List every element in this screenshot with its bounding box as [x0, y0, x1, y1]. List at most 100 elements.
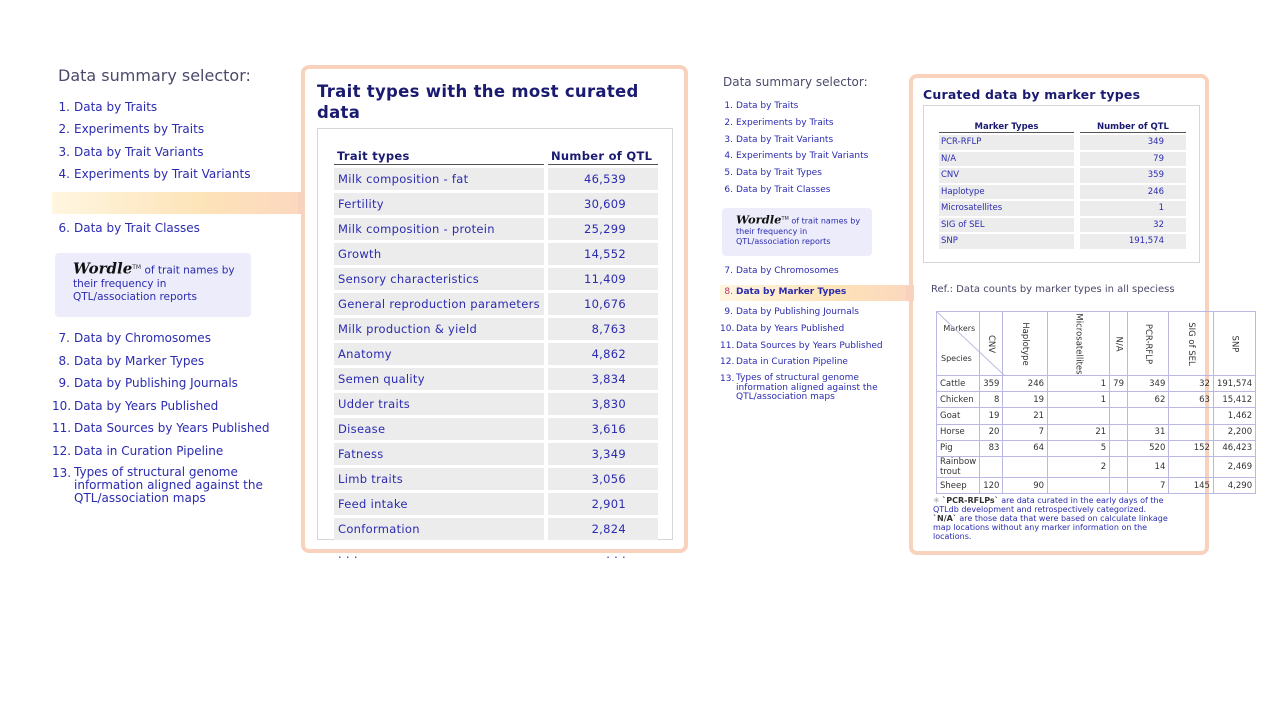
selector-item-number: 8.	[724, 286, 733, 297]
trait-type-cell[interactable]: Semen quality	[334, 368, 544, 390]
selector-item-11[interactable]: 11. Data Sources by Years Published	[52, 421, 304, 444]
trait-type-cell[interactable]: Fatness	[334, 443, 544, 465]
selector-item-number: 5.	[724, 168, 733, 179]
species-col-header: PCR-RFLP	[1126, 311, 1170, 376]
selector-item-4[interactable]: 4. Experiments by Trait Variants	[59, 167, 251, 195]
selector-item-number: 1.	[58, 100, 70, 114]
footnote-bullet: ✳	[933, 496, 940, 505]
selector-item-10[interactable]: 10. Data by Years Published	[720, 323, 912, 341]
marker-type-cell[interactable]: SNP	[939, 234, 1074, 249]
footnote-pcr-term: `PCR-RFLPs`	[942, 496, 999, 505]
selector-item-label: Data in Curation Pipeline	[736, 357, 848, 368]
ellipsis-row: . . . . . .	[334, 543, 658, 565]
marker-type-cell[interactable]: Haplotype	[939, 184, 1074, 199]
qtl-count-cell: 359	[1080, 168, 1186, 183]
table-row: Feed intake 2,901	[334, 493, 658, 515]
trait-type-cell[interactable]: Anatomy	[334, 343, 544, 365]
species-count-cell: 7	[1126, 476, 1170, 495]
trait-type-cell[interactable]: Fertility	[334, 193, 544, 215]
species-count-cell	[1047, 476, 1111, 495]
species-table-wrap: Markers Species CNV Haplotype Microsatelli…	[935, 311, 1257, 495]
selector-item-number: 8.	[58, 353, 70, 368]
trait-type-cell[interactable]: Conformation	[334, 518, 544, 540]
table-row: Haplotype 246	[939, 184, 1186, 199]
selector-item-label: Types of structural genome information a…	[736, 373, 878, 403]
selector-item-11[interactable]: 11. Data Sources by Years Published	[720, 341, 912, 358]
selector-item-label: Data by Publishing Journals	[74, 376, 238, 390]
species-count-cell	[1126, 407, 1170, 425]
selector-item-label: Data by Marker Types	[736, 286, 847, 297]
trait-type-cell[interactable]: Feed intake	[334, 493, 544, 515]
qtl-count-cell: 14,552	[548, 243, 658, 265]
trait-type-cell[interactable]: Milk composition - fat	[334, 168, 544, 190]
species-count-cell: 1,462	[1212, 407, 1257, 425]
selector-item-label: Data by Years Published	[736, 323, 845, 334]
trait-type-cell[interactable]: Sensory characteristics	[334, 268, 544, 290]
selector-item-9[interactable]: 9. Data by Publishing Journals	[724, 307, 912, 324]
selector-item-6[interactable]: 6. Data by Trait Classes	[724, 184, 868, 202]
selector-item-2[interactable]: 2. Experiments by Traits	[59, 122, 250, 144]
trait-type-cell[interactable]: Growth	[334, 243, 544, 265]
marker-type-cell[interactable]: N/A	[939, 151, 1074, 166]
species-count-cell: 2,200	[1212, 423, 1257, 441]
species-col-header: SIG of SEL	[1168, 311, 1214, 376]
trait-type-cell[interactable]: General reproduction parameters	[334, 293, 544, 315]
selector-item-number: 3.	[58, 144, 70, 159]
selector-item-label: Data by Trait Classes	[736, 184, 831, 195]
marker-type-cell[interactable]: Microsatellites	[939, 201, 1074, 216]
species-name-cell: Pig	[935, 439, 981, 457]
selector-item-number: 12.	[720, 357, 735, 368]
species-col-header-label: Microsatellites	[1073, 312, 1084, 375]
species-count-cell: 2,469	[1212, 455, 1257, 478]
table-row: PCR-RFLP 349	[939, 135, 1186, 150]
selector-item-3[interactable]: 3. Data by Trait Variants	[59, 144, 250, 167]
marker-type-cell[interactable]: PCR-RFLP	[939, 135, 1074, 150]
selector-item-6[interactable]: 6. Data by Trait Classes	[59, 220, 250, 243]
trait-type-cell[interactable]: Milk production & yield	[334, 318, 544, 340]
left-wordle-box[interactable]: WordleTM of trait names by their frequen…	[55, 253, 251, 317]
selector-item-8[interactable]: 8. Data by Marker Types	[724, 286, 912, 308]
selector-item-1[interactable]: 1. Data by Traits	[59, 100, 250, 122]
selector-item-13[interactable]: 13. Types of structural genome informatio…	[52, 466, 304, 505]
selector-item-2[interactable]: 2. Experiments by Traits	[724, 118, 868, 135]
selector-item-4[interactable]: 4. Experiments by Trait Variants	[724, 151, 868, 168]
selector-item-9[interactable]: 9. Data by Publishing Journals	[59, 376, 304, 399]
species-count-cell: 19	[1002, 391, 1049, 409]
wordle-text-a: of trait names by	[788, 216, 861, 226]
species-count-cell	[1047, 407, 1111, 425]
trait-type-cell[interactable]: Disease	[334, 418, 544, 440]
selector-item-12[interactable]: 12. Data in Curation Pipeline	[720, 357, 912, 374]
selector-item-10[interactable]: 10. Data by Years Published	[52, 399, 304, 422]
marker-type-cell[interactable]: SIG of SEL	[939, 217, 1074, 232]
species-row: Horse 20 7 21 31 2,200	[935, 423, 1257, 441]
species-count-cell	[979, 455, 1004, 478]
selector-item-label: Data Sources by Years Published	[74, 421, 270, 435]
selector-item-number: 10.	[52, 398, 72, 413]
trait-table-frame: Trait types Number of QTL Milk compositi…	[317, 128, 673, 561]
trait-type-cell[interactable]: Limb traits	[334, 468, 544, 490]
selector-item-3[interactable]: 3. Data by Trait Variants	[724, 135, 868, 152]
marker-type-cell[interactable]: CNV	[939, 168, 1074, 183]
trait-type-cell[interactable]: Udder traits	[334, 393, 544, 415]
species-col-header: SNP	[1212, 311, 1257, 376]
selector-item-number: 2.	[58, 122, 70, 137]
selector-item-label: Data by Trait Classes	[74, 220, 200, 235]
selector-item-number: 12.	[52, 443, 72, 458]
species-count-cell: 246	[1002, 374, 1049, 393]
selector-item-1[interactable]: 1. Data by Traits	[724, 101, 868, 118]
species-col-header-label: Haplotype	[1020, 321, 1031, 366]
selector-item-7[interactable]: 7. Data by Chromosomes	[724, 266, 912, 287]
left-selector-title: Data summary selector:	[58, 66, 251, 85]
selector-item-7[interactable]: 7. Data by Chromosomes	[59, 331, 304, 354]
selector-item-13[interactable]: 13. Types of structural genome informatio…	[720, 374, 912, 402]
selector-item-8[interactable]: 8. Data by Marker Types	[59, 354, 304, 377]
selector-item-label: Data by Trait Variants	[74, 144, 204, 159]
selector-item-5[interactable]: 5.Data by Trait Types	[724, 168, 868, 185]
species-count-cell	[1109, 439, 1128, 457]
species-count-cell: 520	[1126, 439, 1170, 457]
selector-item-12[interactable]: 12. Data in Curation Pipeline	[52, 444, 304, 467]
right-wordle-box[interactable]: WordleTM of trait names by their frequen…	[722, 208, 872, 256]
selector-item-number: 11.	[720, 340, 735, 351]
table-row: SNP 191,574	[939, 234, 1186, 249]
trait-type-cell[interactable]: Milk composition - protein	[334, 218, 544, 240]
